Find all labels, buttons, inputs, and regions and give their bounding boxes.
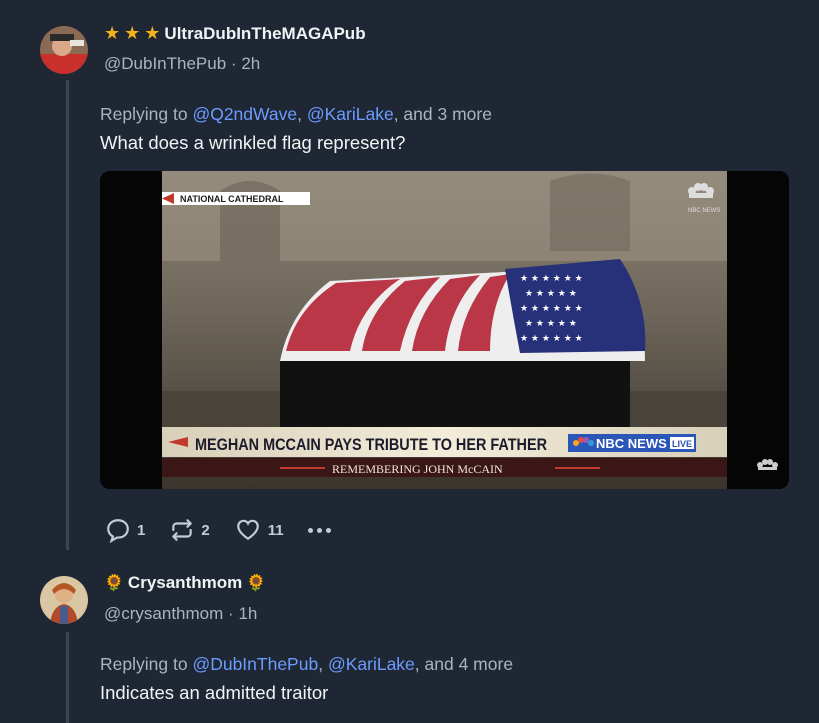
post-text: Indicates an admitted traitor — [100, 682, 329, 703]
network-name: NBC NEWS — [596, 436, 667, 451]
separator: · — [228, 604, 234, 623]
comment-icon — [107, 519, 129, 543]
replying-to: Replying to @DubInThePub, @KariLake, and… — [100, 654, 514, 674]
post-actions: 1 2 11 — [105, 517, 331, 543]
avatar[interactable] — [40, 26, 88, 74]
live-badge: LIVE — [672, 439, 692, 449]
mention-link[interactable]: @DubInThePub — [192, 654, 318, 674]
author-handle[interactable]: @DubInThePub · 2h — [104, 54, 260, 74]
author-name[interactable]: ★ ★ ★ UltraDubInTheMAGAPub — [104, 23, 366, 44]
repost-count: 2 — [201, 521, 210, 539]
svg-text:★ ★ ★ ★ ★ ★: ★ ★ ★ ★ ★ ★ — [520, 304, 583, 314]
display-name: UltraDubInTheMAGAPub — [164, 23, 366, 43]
mention-link[interactable]: @KariLake — [328, 654, 415, 674]
heart-icon — [236, 519, 259, 540]
repost-icon — [172, 519, 193, 541]
svg-text:★ ★ ★ ★ ★: ★ ★ ★ ★ ★ — [525, 289, 577, 299]
post-text: What does a wrinkled flag represent? — [100, 132, 406, 153]
and-more[interactable]: , and 3 more — [394, 104, 492, 124]
author-name[interactable]: 🌻 Crysanthmom 🌻 — [104, 573, 266, 593]
svg-text:★ ★ ★ ★ ★ ★: ★ ★ ★ ★ ★ ★ — [520, 274, 583, 284]
svg-text:★ ★ ★ ★ ★: ★ ★ ★ ★ ★ — [525, 319, 577, 329]
sunflower-icon: 🌻 — [104, 575, 124, 592]
headline: MEGHAN MCCAIN PAYS TRIBUTE TO HER FATHER — [195, 435, 547, 454]
timestamp: 2h — [241, 54, 261, 73]
more-dots-icon[interactable] — [307, 527, 331, 533]
star-icon: ★ — [144, 23, 161, 43]
subline: REMEMBERING JOHN McCAIN — [332, 462, 503, 476]
star-icon: ★ — [124, 23, 141, 43]
sunflower-icon: 🌻 — [246, 575, 267, 592]
timestamp: 1h — [238, 604, 258, 623]
svg-text:★ ★ ★ ★ ★ ★: ★ ★ ★ ★ ★ ★ — [520, 334, 583, 344]
post-image[interactable]: ★ ★ ★ ★ ★ ★ ★ ★ ★ ★ ★ ★ ★ ★ ★ ★ ★ ★ ★ ★ … — [100, 171, 789, 489]
repost-button[interactable]: 2 — [169, 517, 210, 543]
replying-to: Replying to @Q2ndWave, @KariLake, and 3 … — [100, 104, 492, 124]
and-more[interactable]: , and 4 more — [415, 654, 513, 674]
mention-link[interactable]: @Q2ndWave — [192, 104, 297, 124]
thread-line — [66, 80, 69, 550]
separator: · — [230, 54, 237, 73]
handle: @crysanthmom — [104, 604, 224, 623]
display-name: Crysanthmom — [127, 573, 243, 592]
author-handle[interactable]: @crysanthmom · 1h — [104, 604, 257, 624]
like-count: 11 — [267, 521, 284, 539]
like-button[interactable]: 11 — [234, 517, 284, 543]
location-tag: NATIONAL CATHEDRAL — [180, 194, 284, 204]
handle: @DubInThePub — [104, 54, 227, 73]
reply-button[interactable]: 1 — [105, 517, 145, 543]
avatar[interactable] — [40, 576, 88, 624]
star-icon: ★ — [104, 23, 121, 43]
network-logo-text: NBC NEWS — [688, 208, 720, 214]
replying-prefix: Replying to — [100, 104, 188, 124]
thread-line — [66, 632, 69, 723]
reply-count: 1 — [137, 521, 146, 539]
replying-prefix: Replying to — [100, 654, 188, 674]
mention-link[interactable]: @KariLake — [307, 104, 394, 124]
